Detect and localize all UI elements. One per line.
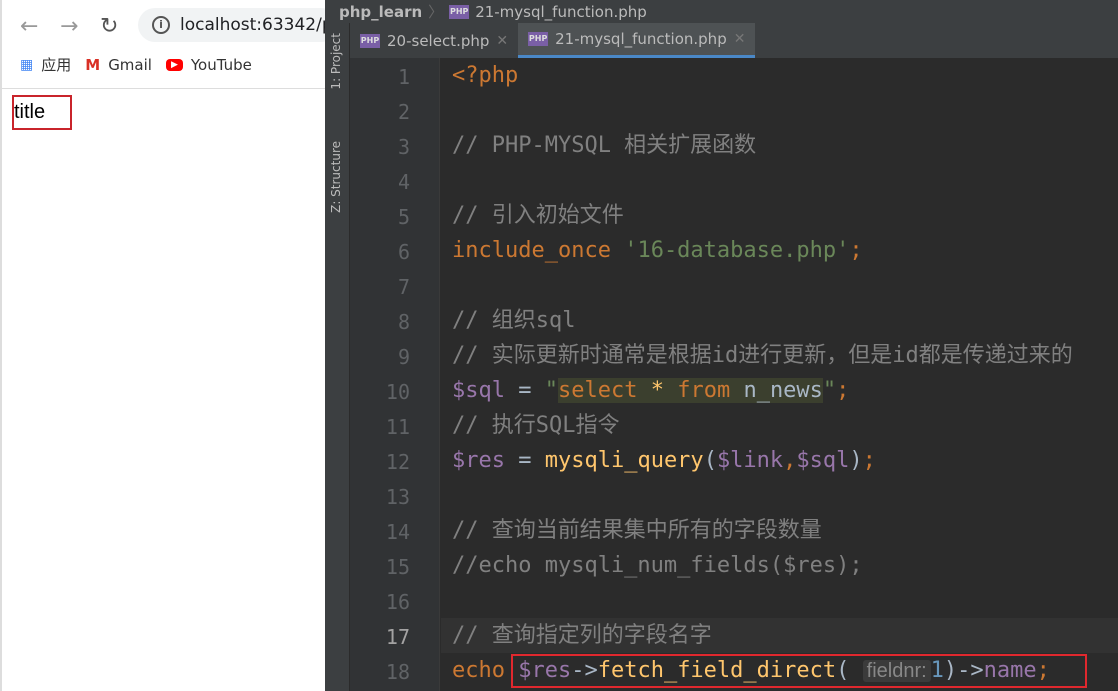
code-line-5: // 引入初始文件: [452, 203, 624, 228]
code-line-14: // 查询当前结果集中所有的字段数量: [452, 518, 822, 543]
code-editor[interactable]: <?php // PHP-MYSQL 相关扩展函数 // 引入初始文件 incl…: [441, 58, 1118, 691]
code-line-9: // 实际更新时通常是根据id进行更新，但是id都是传递过来的: [452, 343, 1073, 368]
structure-tool-button[interactable]: Z: Structure: [329, 141, 343, 213]
code-line-17: // 查询指定列的字段名字: [452, 623, 712, 648]
url-text: localhost:63342/p: [180, 15, 333, 35]
line-number: 7: [397, 275, 410, 299]
breadcrumb: php_learn 〉 PHP 21-mysql_function.php: [325, 0, 1118, 23]
line-number: 14: [385, 520, 410, 544]
line-number: 5: [397, 205, 410, 229]
forward-button[interactable]: →: [60, 8, 78, 44]
line-number: 9: [397, 345, 410, 369]
line-number: 15: [385, 555, 410, 579]
gmail-icon: M: [85, 55, 101, 74]
editor-tabs: PHP 20-select.php ✕ PHP 21-mysql_function.p…: [350, 23, 1118, 58]
line-number: 12: [385, 450, 410, 474]
apps-grid-icon: ▦: [20, 56, 34, 73]
tab-21-mysql-function[interactable]: PHP 21-mysql_function.php ✕: [518, 23, 756, 58]
line-number: 16: [385, 590, 410, 614]
divider: [2, 88, 327, 89]
code-line-10: $sql = "select * from n_news";: [452, 378, 850, 403]
back-button[interactable]: ←: [20, 8, 38, 44]
page-output-title: title: [12, 95, 72, 130]
youtube-icon: ▶: [165, 58, 183, 71]
line-number: 4: [397, 170, 410, 194]
close-icon[interactable]: ✕: [734, 31, 746, 47]
line-number: 6: [397, 240, 410, 264]
line-number: 13: [385, 485, 410, 509]
bookmark-apps[interactable]: ▦ 应用: [20, 54, 71, 75]
line-number: 8: [397, 310, 410, 334]
line-number: 18: [385, 660, 410, 684]
breadcrumb-file[interactable]: 21-mysql_function.php: [475, 3, 647, 21]
tab-20-select[interactable]: PHP 20-select.php ✕: [350, 23, 518, 58]
breadcrumb-project[interactable]: php_learn: [339, 3, 422, 21]
code-line-8: // 组织sql: [452, 308, 576, 333]
address-bar[interactable]: i localhost:63342/p: [138, 8, 338, 42]
line-number-gutter: 1 2 3 4 5 6 7 8 9 10 11 12 13 14 15 16 17 18: [350, 58, 440, 691]
line-number: 2: [397, 100, 410, 124]
php-file-icon: PHP: [528, 32, 549, 46]
reload-button[interactable]: ↻: [100, 8, 118, 44]
line-number: 3: [397, 135, 410, 159]
code-line-12: $res = mysqli_query($link,$sql);: [452, 448, 876, 473]
php-file-icon: PHP: [449, 4, 470, 19]
code-line-15: //echo mysqli_num_fields($res);: [452, 553, 863, 578]
code-line-6: include_once '16-database.php';: [452, 238, 863, 263]
line-number: 1: [397, 65, 410, 89]
line-number: 17: [385, 625, 410, 649]
bookmark-gmail[interactable]: M Gmail: [85, 54, 152, 75]
project-tool-button[interactable]: 1: Project: [329, 33, 343, 90]
highlight-annotation-box: [511, 654, 1087, 688]
ide-window: php_learn 〉 PHP 21-mysql_function.php 1:…: [325, 0, 1118, 691]
line-number: 11: [385, 415, 410, 439]
info-icon[interactable]: i: [152, 16, 170, 34]
close-icon[interactable]: ✕: [496, 33, 508, 49]
code-line-3: // PHP-MYSQL 相关扩展函数: [452, 133, 757, 158]
bookmarks-bar: ▦ 应用 M Gmail ▶ YouTube: [20, 54, 252, 75]
bookmark-youtube[interactable]: ▶ YouTube: [165, 54, 252, 75]
tool-window-strip: 1: Project Z: Structure: [325, 23, 350, 691]
code-line-11: // 执行SQL指令: [452, 413, 620, 438]
php-file-icon: PHP: [360, 33, 380, 48]
line-number: 10: [385, 380, 410, 404]
code-line-1: <?php: [452, 63, 519, 88]
browser-window: ← → ↻ i localhost:63342/p ▦ 应用 M Gmail ▶ Yo…: [0, 0, 338, 691]
